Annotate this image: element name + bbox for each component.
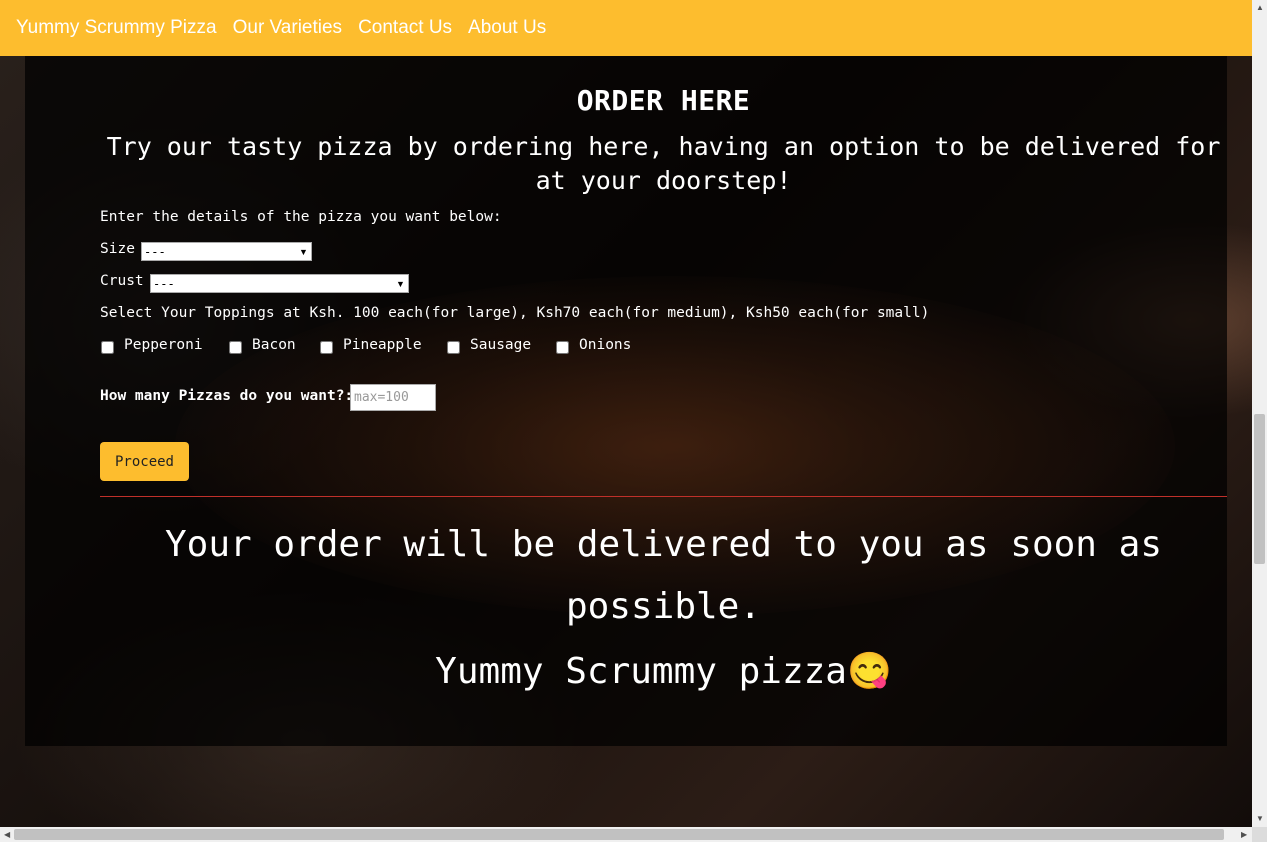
topping-label-pepperoni: Pepperoni	[124, 337, 203, 353]
quantity-input[interactable]	[350, 384, 436, 411]
scroll-right-icon[interactable]: ▶	[1241, 830, 1247, 839]
brand-link[interactable]: Yummy Scrummy Pizza	[16, 17, 217, 39]
instructions-text: Enter the details of the pizza you want …	[100, 209, 502, 225]
toppings-label: Select Your Toppings at Ksh. 100 each(fo…	[100, 305, 930, 321]
navbar: Yummy Scrummy Pizza Our Varieties Contac…	[0, 0, 1252, 56]
topping-checkbox-pineapple[interactable]	[320, 341, 333, 354]
order-subtitle: Try our tasty pizza by ordering here, ha…	[106, 132, 1221, 195]
crust-select[interactable]: ---	[150, 274, 409, 293]
scroll-down-icon[interactable]: ▼	[1256, 814, 1264, 823]
topping-label-sausage: Sausage	[470, 337, 532, 353]
topping-checkbox-onions[interactable]	[556, 341, 569, 354]
topping-checkbox-pepperoni[interactable]	[101, 341, 114, 354]
nav-link-contact[interactable]: Contact Us	[358, 17, 452, 39]
topping-label-bacon: Bacon	[252, 337, 296, 353]
horizontal-scroll-thumb[interactable]	[14, 829, 1224, 840]
quantity-label: How many Pizzas do you want?:	[100, 388, 354, 404]
size-label: Size	[100, 241, 135, 257]
nav-link-varieties[interactable]: Our Varieties	[233, 17, 342, 39]
scrollbar-corner	[1252, 827, 1267, 842]
order-title: ORDER HERE	[576, 84, 751, 117]
topping-label-pineapple: Pineapple	[343, 337, 422, 353]
topping-checkbox-bacon[interactable]	[229, 341, 242, 354]
nav-link-about[interactable]: About Us	[468, 17, 546, 39]
crust-label: Crust	[100, 273, 144, 289]
topping-checkbox-sausage[interactable]	[447, 341, 460, 354]
vertical-scroll-thumb[interactable]	[1254, 414, 1265, 564]
delivery-message: Your order will be delivered to you as s…	[165, 524, 1162, 627]
divider	[100, 496, 1227, 497]
proceed-button[interactable]: Proceed	[100, 442, 189, 481]
size-select[interactable]: ---	[141, 242, 312, 261]
topping-label-onions: Onions	[579, 337, 632, 353]
scroll-left-icon[interactable]: ◀	[4, 830, 10, 839]
scroll-up-icon[interactable]: ▲	[1256, 3, 1264, 12]
signature-text: Yummy Scrummy pizza😋	[435, 651, 892, 692]
